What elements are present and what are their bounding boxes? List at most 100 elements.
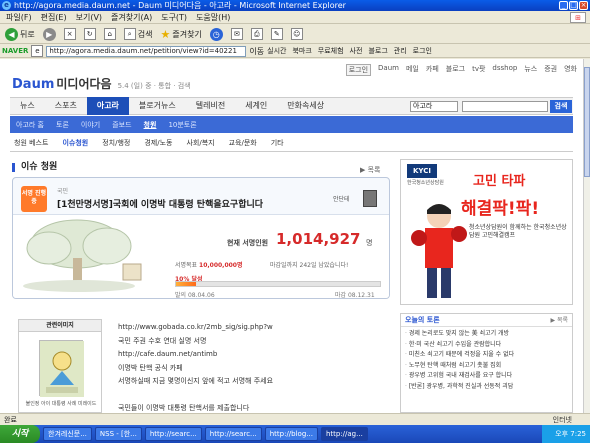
tab-politics[interactable]: 정치/행정 [102,138,130,148]
related-image[interactable] [39,340,84,397]
refresh-button[interactable]: ↻ [82,27,98,42]
toolbar-link-bookmark[interactable]: 북마크 [292,46,311,56]
body-line[interactable]: http://www.gobada.co.kr/2mb_sig/sig.php?… [118,321,388,335]
status-badge: 서명 진행중 [21,186,47,212]
go-button[interactable]: 이동 [249,46,264,57]
search-icon: ⌕ [123,28,136,40]
taskbar: 시작 한겨레신문... NSS - [한... http://searc... … [0,425,590,443]
menu-file[interactable]: 파일(F) [6,12,32,23]
toolbar-link-manage[interactable]: 관리 [394,46,407,56]
scrollbar-thumb[interactable] [584,67,590,177]
toolbar-link-login[interactable]: 로그인 [413,46,432,56]
subnav-debate[interactable]: 토론 [56,120,69,130]
site-login-button[interactable]: 로그인 [345,64,372,76]
related-image-box: 관련이미지 불인정 아이 대통령 사례 미레이드 [18,319,102,413]
toolbar: ◀ 뒤로 ▶ × ↻ ⌂ ⌕ 검색 ★ 즐겨찾기 ◷ ✉ ⎙ ✎ ☺ [0,25,590,44]
subnav-10min[interactable]: 10분토론 [168,120,196,130]
section-more-link[interactable]: ▶ 목록 [360,165,381,175]
topnav-dsshop[interactable]: dsshop [492,64,517,76]
back-button[interactable]: ◀ 뒤로 [3,27,37,42]
search-scope-select[interactable]: 아고라 [410,101,458,112]
home-button[interactable]: ⌂ [102,27,118,42]
menu-tools[interactable]: 도구(T) [161,12,187,23]
list-item[interactable]: 경제 논리로도 맞지 않는 美 쇠고기 개방 [405,329,568,340]
today-debate-more[interactable]: ▶ 목록 [550,314,568,327]
menu-edit[interactable]: 편집(E) [41,12,67,23]
menu-view[interactable]: 보기(V) [76,12,102,23]
favorites-button[interactable]: ★ 즐겨찾기 [158,27,203,42]
petition-author[interactable]: 안단테 [333,194,350,203]
topnav-tvpot[interactable]: tv팟 [472,64,485,76]
mainnav-blognews[interactable]: 블로거뉴스 [129,97,186,115]
toolbar-link-realtime[interactable]: 실시간 [267,46,286,56]
advertisement-banner[interactable]: KYCI 한국청소년상담원 고민 타파 해결팍!팍! 청소년상담원이 함께하는 … [400,159,573,305]
site-search-input[interactable] [462,101,548,112]
tab-society[interactable]: 사회/복지 [186,138,214,148]
petition-category-tabs: 청원 베스트 이슈청원 정치/행정 경제/노동 사회/복지 교육/문화 기타 [10,134,573,152]
subnav-petition[interactable]: 청원 [144,120,157,130]
deadline-text: 마감일까지 242일 남았습니다! [270,262,349,269]
mainnav-world[interactable]: 세계인 [235,97,277,115]
topnav-news[interactable]: 뉴스 [524,64,537,76]
list-item[interactable]: 한·미 국산 쇠고기 수입을 관람합니다 [405,340,568,351]
mainnav-sports[interactable]: 스포츠 [45,97,87,115]
tab-education[interactable]: 교육/문화 [229,138,257,148]
list-item[interactable]: 미친소 쇠고기 때문에 걱정을 지울 수 없다 [405,350,568,361]
menu-help[interactable]: 도움말(H) [196,12,230,23]
topnav-cafe[interactable]: 카페 [426,64,439,76]
home-icon: ⌂ [103,28,116,40]
list-item[interactable]: 노무현 탄핵 때처럼 쇠고기 촛불 집회 [405,361,568,372]
current-count-label: 현재 서명인원 [227,239,269,247]
toolbar-link-blog[interactable]: 블로그 [368,46,387,56]
topnav-stock[interactable]: 증권 [544,64,557,76]
list-item[interactable]: 광우병 고위험 국내 재검사를 요구 합니다 [405,371,568,382]
minimize-button[interactable]: _ [559,1,568,10]
site-logo[interactable]: Daum 미디어다음 5.4 (일) 중 · 통합 · 검색 [12,75,191,92]
topnav-daum[interactable]: Daum [378,64,399,76]
subnav-home[interactable]: 아고라 홈 [16,120,44,130]
current-count-unit: 명 [366,239,373,247]
topnav-blog[interactable]: 블로그 [446,64,465,76]
close-button[interactable]: × [579,1,588,10]
url-input[interactable]: http://agora.media.daum.net/petition/vie… [46,45,247,57]
edit-button[interactable]: ✎ [269,27,285,42]
history-button[interactable]: ◷ [208,27,225,42]
mainnav-television[interactable]: 텔레비전 [186,97,235,115]
menu-bar: 파일(F) 편집(E) 보기(V) 즐겨찾기(A) 도구(T) 도움말(H) ⊞ [0,11,590,24]
tab-economy[interactable]: 경제/노동 [144,138,172,148]
subnav-story[interactable]: 이야기 [81,120,100,130]
petition-title[interactable]: [1천만명서명]국회에 이명박 대통령 탄핵을요구합니다 [57,197,263,210]
mail-button[interactable]: ✉ [229,27,245,42]
messenger-button[interactable]: ☺ [289,27,305,42]
stop-button[interactable]: × [62,27,78,42]
page-icon: e [31,45,44,57]
taskbar-item[interactable]: http://blog... [264,427,318,441]
tab-best[interactable]: 청원 베스트 [14,138,48,148]
taskbar-item[interactable]: NSS - [한... [94,427,142,441]
tab-etc[interactable]: 기타 [271,138,284,148]
site-search-button[interactable]: 검색 [550,100,572,113]
taskbar-item[interactable]: http://searc... [144,427,202,441]
mainnav-agora[interactable]: 아고라 [86,97,129,115]
menu-favorites[interactable]: 즐겨찾기(A) [111,12,152,23]
print-button[interactable]: ⎙ [249,27,265,42]
topnav-movie[interactable]: 영화 [564,64,577,76]
body-line[interactable]: http://cafe.daum.net/antimb [118,348,388,362]
search-button[interactable]: ⌕ 검색 [122,27,155,42]
maximize-button[interactable]: □ [569,1,578,10]
forward-button[interactable]: ▶ [41,27,58,42]
mainnav-comics[interactable]: 만화속세상 [277,97,334,115]
list-item[interactable]: [반론] 광우병, 과학적 진실과 선동적 괴담 [405,382,568,393]
vertical-scrollbar[interactable] [583,59,590,413]
mainnav-news[interactable]: 뉴스 [10,97,45,115]
subnav-board[interactable]: 즐보드 [112,120,131,130]
toolbar-link-trial[interactable]: 무료체험 [318,46,344,56]
start-button[interactable]: 시작 [0,425,40,443]
taskbar-item-active[interactable]: http://ag... [320,427,368,441]
toolbar-link-dictionary[interactable]: 사전 [350,46,363,56]
taskbar-item[interactable]: http://searc... [204,427,262,441]
topnav-mail[interactable]: 메일 [406,64,419,76]
taskbar-item[interactable]: 한겨레신문... [43,427,92,441]
tab-issue[interactable]: 이슈청원 [62,138,88,148]
status-text: 완료 [4,416,17,424]
